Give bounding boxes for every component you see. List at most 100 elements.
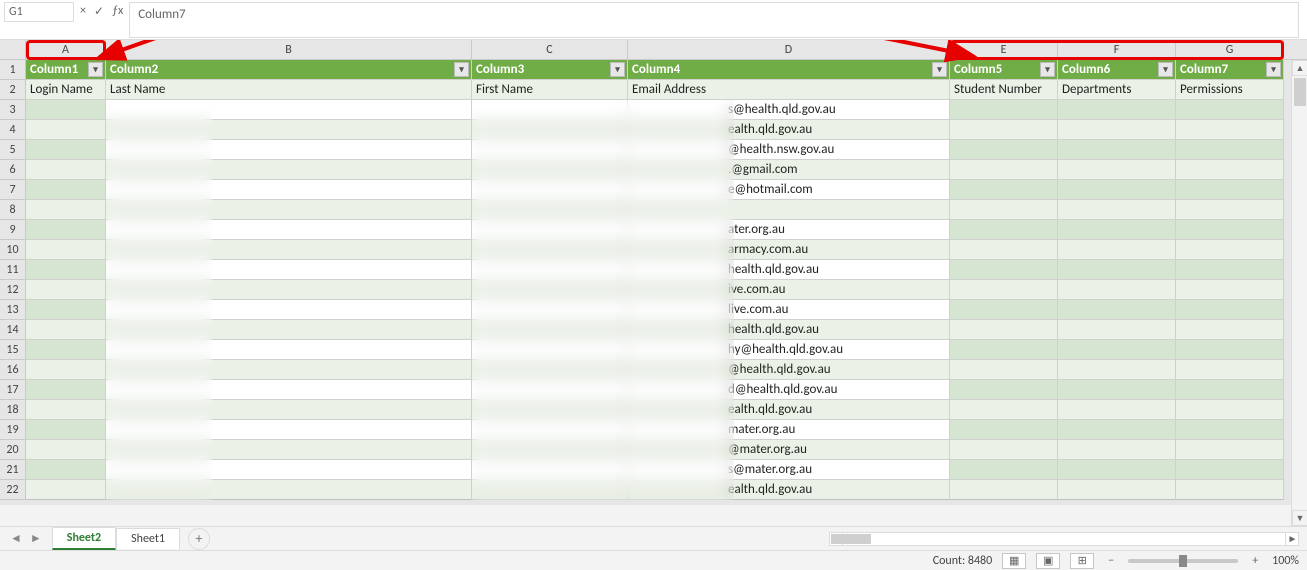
cell[interactable] — [1058, 220, 1176, 240]
sheet-tab-active[interactable]: Sheet2 — [52, 527, 116, 550]
row-header[interactable]: 17 — [0, 380, 26, 400]
sub-header-cell[interactable]: Student Number — [950, 80, 1058, 100]
cell[interactable] — [1058, 300, 1176, 320]
cell[interactable] — [26, 240, 106, 260]
cell[interactable] — [1176, 360, 1284, 380]
row-header[interactable]: 11 — [0, 260, 26, 280]
cell[interactable] — [26, 300, 106, 320]
cell[interactable] — [1176, 160, 1284, 180]
cell[interactable] — [26, 120, 106, 140]
sub-header-cell[interactable]: Email Address — [628, 80, 950, 100]
zoom-slider[interactable] — [1128, 559, 1238, 563]
cell[interactable] — [1176, 480, 1284, 500]
row-header[interactable]: 22 — [0, 480, 26, 500]
cell[interactable] — [1176, 420, 1284, 440]
horizontal-scrollbar[interactable]: ◄ ► — [829, 532, 1299, 546]
cell[interactable] — [26, 420, 106, 440]
cell[interactable] — [1176, 180, 1284, 200]
cell[interactable] — [1176, 140, 1284, 160]
cell[interactable] — [1058, 380, 1176, 400]
filter-dropdown-icon[interactable]: ▾ — [454, 62, 469, 77]
cell[interactable] — [950, 220, 1058, 240]
row-header[interactable]: 5 — [0, 140, 26, 160]
cell[interactable] — [950, 100, 1058, 120]
sub-header-cell[interactable]: First Name — [472, 80, 628, 100]
cell[interactable] — [1058, 480, 1176, 500]
cell[interactable] — [950, 400, 1058, 420]
cell[interactable] — [950, 280, 1058, 300]
scroll-right-icon[interactable]: ► — [1285, 533, 1299, 545]
row-header[interactable]: 15 — [0, 340, 26, 360]
cell[interactable]: Column6▾ — [1058, 60, 1176, 80]
col-header-C[interactable]: C — [472, 40, 628, 59]
scroll-thumb[interactable] — [831, 534, 871, 544]
cell[interactable] — [26, 440, 106, 460]
sub-header-cell[interactable]: Last Name — [106, 80, 472, 100]
scroll-down-icon[interactable]: ▼ — [1292, 510, 1307, 526]
cell[interactable] — [1176, 300, 1284, 320]
row-header[interactable]: 2 — [0, 80, 26, 100]
cell[interactable] — [26, 200, 106, 220]
cell[interactable] — [1058, 240, 1176, 260]
scroll-thumb[interactable] — [1294, 78, 1306, 106]
cell[interactable] — [950, 300, 1058, 320]
zoom-in-button[interactable]: + — [1248, 554, 1262, 568]
cell[interactable] — [1176, 200, 1284, 220]
scroll-up-icon[interactable]: ▲ — [1292, 60, 1307, 76]
cell[interactable] — [950, 360, 1058, 380]
row-header[interactable]: 9 — [0, 220, 26, 240]
row-header[interactable]: 16 — [0, 360, 26, 380]
row-header[interactable]: 19 — [0, 420, 26, 440]
cell[interactable] — [1176, 120, 1284, 140]
view-page-break-icon[interactable]: ⊞ — [1070, 553, 1094, 569]
zoom-knob[interactable] — [1179, 555, 1187, 567]
cell[interactable] — [1058, 160, 1176, 180]
cell[interactable] — [1058, 340, 1176, 360]
view-page-layout-icon[interactable]: ▣ — [1036, 553, 1060, 569]
cell[interactable] — [950, 200, 1058, 220]
cell[interactable] — [1058, 360, 1176, 380]
cell[interactable] — [950, 480, 1058, 500]
cell[interactable] — [950, 440, 1058, 460]
cell[interactable] — [1176, 460, 1284, 480]
row-header[interactable]: 10 — [0, 240, 26, 260]
cell[interactable] — [1176, 220, 1284, 240]
cell[interactable] — [1058, 260, 1176, 280]
cancel-icon[interactable]: × — [80, 4, 86, 19]
cell[interactable] — [950, 160, 1058, 180]
row-header[interactable]: 1 — [0, 60, 26, 80]
row-header[interactable]: 7 — [0, 180, 26, 200]
cell[interactable] — [950, 260, 1058, 280]
cell[interactable] — [950, 380, 1058, 400]
cell[interactable] — [26, 380, 106, 400]
cell[interactable] — [1058, 400, 1176, 420]
row-header[interactable]: 4 — [0, 120, 26, 140]
cell[interactable] — [1058, 440, 1176, 460]
filter-dropdown-icon[interactable]: ▾ — [1158, 62, 1173, 77]
cell[interactable] — [1058, 100, 1176, 120]
row-header[interactable]: 13 — [0, 300, 26, 320]
filter-dropdown-icon[interactable]: ▾ — [88, 62, 103, 77]
cell[interactable] — [1176, 280, 1284, 300]
zoom-level[interactable]: 100% — [1272, 554, 1299, 568]
cell[interactable] — [1058, 420, 1176, 440]
cell[interactable] — [1058, 140, 1176, 160]
row-header[interactable]: 6 — [0, 160, 26, 180]
cell[interactable]: Column1▾ — [26, 60, 106, 80]
confirm-icon[interactable]: ✓ — [94, 4, 104, 19]
cell[interactable] — [950, 120, 1058, 140]
cell[interactable] — [950, 340, 1058, 360]
row-header[interactable]: 20 — [0, 440, 26, 460]
sub-header-cell[interactable]: Departments — [1058, 80, 1176, 100]
cell[interactable] — [1176, 240, 1284, 260]
cell[interactable] — [1176, 100, 1284, 120]
cell[interactable] — [950, 180, 1058, 200]
cell[interactable] — [950, 240, 1058, 260]
sub-header-cell[interactable]: Login Name — [26, 80, 106, 100]
cell[interactable] — [1176, 400, 1284, 420]
cell[interactable] — [1176, 320, 1284, 340]
cell[interactable] — [26, 460, 106, 480]
cell[interactable] — [950, 420, 1058, 440]
cell[interactable] — [1058, 180, 1176, 200]
cell[interactable] — [26, 340, 106, 360]
